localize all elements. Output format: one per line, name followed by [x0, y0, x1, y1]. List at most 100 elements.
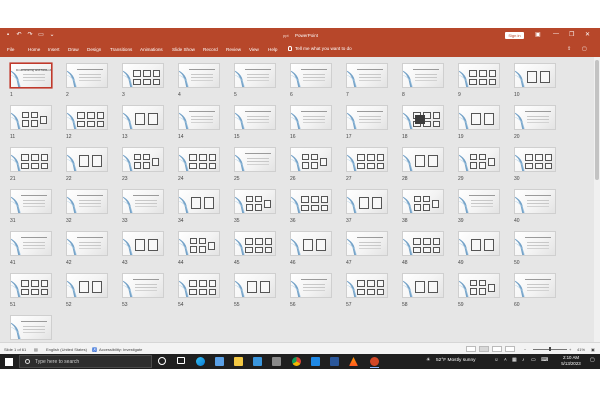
- tab-record[interactable]: Record: [203, 47, 218, 52]
- slide-thumbnail[interactable]: [514, 189, 556, 214]
- language-label[interactable]: English (United States): [46, 347, 87, 352]
- taskbar-search[interactable]: Type here to search: [19, 355, 152, 368]
- zoom-slider-knob[interactable]: [549, 347, 551, 351]
- app-icon[interactable]: [272, 357, 281, 366]
- spelling-icon[interactable]: ▤: [34, 347, 38, 352]
- minimize-button[interactable]: —: [553, 31, 559, 37]
- edge-icon[interactable]: [196, 357, 205, 366]
- people-icon[interactable]: ☺: [494, 358, 499, 363]
- powerpoint-icon[interactable]: [370, 357, 379, 366]
- file-explorer-icon[interactable]: [234, 357, 243, 366]
- tray-chevron-icon[interactable]: ˄: [504, 358, 507, 363]
- slide-thumbnail[interactable]: [402, 231, 444, 256]
- slide-thumbnail[interactable]: [290, 273, 332, 298]
- slide-thumbnail[interactable]: [10, 315, 52, 340]
- slide-thumbnail[interactable]: [290, 63, 332, 88]
- keyboard-icon[interactable]: ⌨: [541, 358, 548, 363]
- slide-thumbnail[interactable]: [66, 189, 108, 214]
- weather-label[interactable]: 52°F Mostly sunny: [436, 358, 476, 363]
- tab-transitions[interactable]: Transitions: [110, 47, 132, 52]
- weather-icon[interactable]: ☀: [426, 358, 430, 363]
- slide-thumbnail[interactable]: [402, 273, 444, 298]
- network-icon[interactable]: ▦: [512, 358, 517, 363]
- slide-thumbnail[interactable]: [346, 231, 388, 256]
- slide-thumbnail[interactable]: [122, 63, 164, 88]
- slide-thumbnail[interactable]: [122, 231, 164, 256]
- volume-icon[interactable]: ♪: [522, 358, 524, 363]
- slide-thumbnail[interactable]: [346, 147, 388, 172]
- share-icon[interactable]: ⇪: [567, 46, 571, 52]
- tab-draw[interactable]: Draw: [68, 47, 79, 52]
- slide-thumbnail[interactable]: [346, 105, 388, 130]
- tab-home[interactable]: Home: [28, 47, 40, 52]
- cortana-icon[interactable]: [158, 357, 166, 365]
- slide-thumbnail[interactable]: [402, 147, 444, 172]
- slide-thumbnail[interactable]: [458, 189, 500, 214]
- tab-design[interactable]: Design: [87, 47, 101, 52]
- undo-icon[interactable]: ↶: [16, 32, 22, 38]
- task-view-icon[interactable]: [177, 357, 185, 364]
- tab-view[interactable]: View: [249, 47, 259, 52]
- maximize-button[interactable]: ❐: [569, 31, 574, 38]
- battery-icon[interactable]: ▭: [531, 358, 536, 363]
- slide-thumbnail[interactable]: [10, 105, 52, 130]
- tab-slide-show[interactable]: Slide Show: [172, 47, 195, 52]
- slide-thumbnail[interactable]: [234, 189, 276, 214]
- tab-review[interactable]: Review: [226, 47, 241, 52]
- slide-thumbnail[interactable]: [458, 63, 500, 88]
- scrollbar-thumb[interactable]: [595, 60, 599, 180]
- accessibility-icon[interactable]: ♿: [92, 347, 97, 352]
- slide-thumbnail[interactable]: [346, 63, 388, 88]
- mail-icon[interactable]: [311, 357, 320, 366]
- slide-thumbnail[interactable]: [458, 273, 500, 298]
- notifications-icon[interactable]: ▢: [590, 358, 595, 363]
- slide-sorter-view-button[interactable]: [479, 346, 489, 352]
- close-button[interactable]: ✕: [585, 31, 590, 38]
- slide-thumbnail[interactable]: [178, 105, 220, 130]
- zoom-level[interactable]: 41%: [577, 347, 585, 352]
- clock[interactable]: 2:10 AM 5/13/2023: [556, 355, 586, 367]
- slide-thumbnail[interactable]: [10, 231, 52, 256]
- comments-icon[interactable]: ▢: [582, 46, 587, 52]
- save-icon[interactable]: ▪: [5, 32, 11, 38]
- slide-thumbnail[interactable]: [346, 189, 388, 214]
- start-button[interactable]: [5, 358, 13, 366]
- slide-thumbnail[interactable]: [346, 273, 388, 298]
- slide-thumbnail[interactable]: [234, 105, 276, 130]
- zoom-out-icon[interactable]: −: [524, 347, 526, 352]
- slide-thumbnail[interactable]: [234, 147, 276, 172]
- slide-thumbnail[interactable]: [122, 105, 164, 130]
- slide-thumbnail[interactable]: [122, 273, 164, 298]
- slide-thumbnail[interactable]: [66, 231, 108, 256]
- slide-thumbnail[interactable]: [402, 189, 444, 214]
- tab-help[interactable]: Help: [268, 47, 277, 52]
- slide-thumbnail[interactable]: [290, 231, 332, 256]
- slide-thumbnail[interactable]: [66, 105, 108, 130]
- slide-thumbnail[interactable]: [514, 105, 556, 130]
- vlc-icon[interactable]: [349, 357, 358, 366]
- slide-thumbnail[interactable]: [234, 231, 276, 256]
- slide-thumbnail[interactable]: [290, 105, 332, 130]
- slide-thumbnail[interactable]: [514, 273, 556, 298]
- slide-thumbnail[interactable]: [66, 63, 108, 88]
- tab-insert[interactable]: Insert: [48, 47, 60, 52]
- slide-thumbnail[interactable]: [402, 105, 444, 130]
- slide-thumbnail[interactable]: [178, 147, 220, 172]
- slide-thumbnail[interactable]: [66, 147, 108, 172]
- slide-thumbnail[interactable]: [10, 189, 52, 214]
- redo-icon[interactable]: ↷: [27, 32, 33, 38]
- widgets-icon[interactable]: [215, 357, 224, 366]
- slide-thumbnail[interactable]: [10, 273, 52, 298]
- vertical-scrollbar[interactable]: [594, 57, 600, 342]
- slide-thumbnail[interactable]: [290, 147, 332, 172]
- customize-qat-icon[interactable]: ⌄: [49, 32, 55, 38]
- slide-thumbnail[interactable]: [122, 189, 164, 214]
- slide-thumbnail[interactable]: [290, 189, 332, 214]
- accessibility-label[interactable]: Accessibility: Investigate: [99, 347, 142, 352]
- slideshow-view-button[interactable]: [505, 346, 515, 352]
- word-icon[interactable]: [330, 357, 339, 366]
- slide-thumbnail[interactable]: [234, 273, 276, 298]
- slide-thumbnail[interactable]: [10, 147, 52, 172]
- slide-thumbnail[interactable]: [178, 273, 220, 298]
- tab-animations[interactable]: Animations: [140, 47, 163, 52]
